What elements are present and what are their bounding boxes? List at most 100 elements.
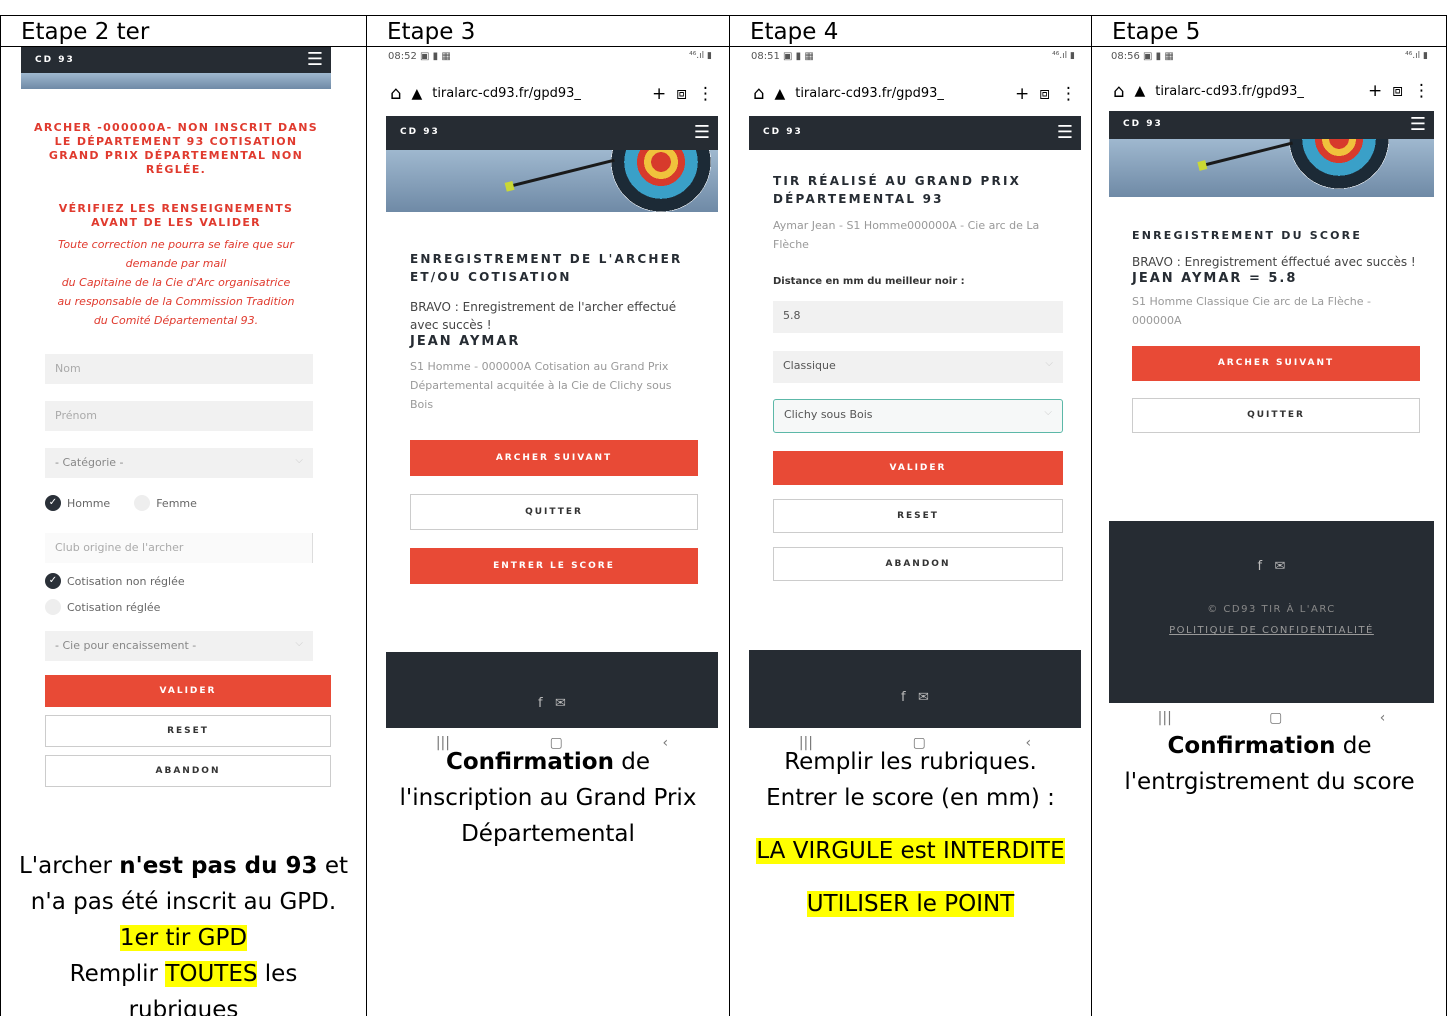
target-graphic	[1289, 139, 1389, 189]
menu-icon[interactable]: ☰	[1410, 114, 1426, 135]
radio-cotisation-ok[interactable]: Cotisation réglée	[45, 599, 331, 615]
menu-icon[interactable]: ☰	[307, 49, 323, 70]
hero-image	[1109, 139, 1434, 197]
entrer-score-button[interactable]: ENTRER LE SCORE	[410, 548, 698, 584]
status-bar: 08:52 ▣ ▮ ▦ ⁴⁶.ıl ▮	[388, 51, 712, 62]
column-etape-5: Etape 5 08:56 ▣ ▮ ▦ ⁴⁶.ıl ▮ ⌂ ▲ tiralarc…	[1092, 16, 1447, 1016]
column-header: Etape 4	[730, 16, 1091, 47]
new-tab-icon[interactable]: +	[1368, 81, 1382, 101]
cie-select[interactable]: Clichy sous Bois ⌵	[773, 399, 1063, 433]
home-icon[interactable]: ⌂	[390, 83, 401, 104]
browser-url-bar: ⌂ ▲ tiralarc-cd93.fr/gpd93_ + ⧈ ⋮	[749, 71, 1081, 116]
new-tab-icon[interactable]: +	[652, 84, 666, 104]
arrow-graphic	[1200, 141, 1293, 168]
url-text[interactable]: tiralarc-cd93.fr/gpd93_	[795, 86, 1005, 101]
browser-url-bar: ⌂ ▲ tiralarc-cd93.fr/gpd93_ + ⧈ ⋮	[1109, 71, 1434, 111]
mail-icon[interactable]: ✉	[918, 690, 929, 705]
site-navbar: CD 93 ☰	[386, 116, 718, 150]
mail-icon[interactable]: ✉	[555, 696, 566, 711]
column-header: Etape 2 ter	[1, 16, 366, 47]
menu-icon[interactable]: ☰	[694, 122, 710, 143]
home-icon[interactable]: ⌂	[1113, 81, 1124, 102]
highlight: LA VIRGULE est INTERDITE	[756, 838, 1065, 864]
archer-suivant-button[interactable]: ARCHER SUIVANT	[410, 440, 698, 476]
tabs-icon[interactable]: ⧈	[1392, 81, 1403, 101]
radio-femme[interactable]	[134, 495, 151, 511]
chevron-down-icon: ⌵	[1044, 407, 1052, 418]
success-message: BRAVO : Enregistrement de l'archer effec…	[410, 300, 677, 332]
tabs-icon[interactable]: ⧈	[1039, 84, 1050, 104]
site-logo: CD 93	[35, 55, 75, 65]
caption: L'archer n'est pas du 93 et n'a pas été …	[18, 853, 349, 1016]
signal-icon: ⁴⁶.ıl ▮	[1052, 51, 1075, 61]
facebook-icon[interactable]: f	[1258, 559, 1263, 574]
phone-screenshot: CD 93 ☰ ARCHER -000000A- NON INSCRIT DAN…	[21, 47, 331, 853]
reset-button[interactable]: RESET	[773, 499, 1063, 533]
more-icon[interactable]: ⋮	[1413, 81, 1430, 101]
more-icon[interactable]: ⋮	[697, 84, 714, 104]
menu-icon[interactable]: ☰	[1057, 122, 1073, 143]
abandon-button[interactable]: ABANDON	[773, 547, 1063, 581]
arc-select[interactable]: Classique ⌵	[773, 351, 1063, 383]
site-navbar: CD 93 ☰	[749, 116, 1081, 150]
hero-image	[386, 150, 718, 212]
column-etape-3: Etape 3 08:52 ▣ ▮ ▦ ⁴⁶.ıl ▮ ⌂ ▲ tiralarc…	[367, 16, 730, 1016]
home-nav-icon[interactable]: ▢	[1269, 710, 1282, 726]
highlight: TOUTES	[165, 961, 258, 987]
cie-select[interactable]: - Cie pour encaissement - ⌵	[45, 631, 313, 661]
site-footer: f ✉	[749, 650, 1081, 728]
recents-icon[interactable]: |||	[1158, 710, 1172, 726]
site-logo: CD 93	[400, 127, 440, 137]
highlight: UTILISER le POINT	[806, 891, 1015, 917]
privacy-link[interactable]: POLITIQUE DE CONFIDENTIALITÉ	[1109, 625, 1434, 636]
site-logo: CD 93	[1123, 119, 1163, 129]
site-footer: f ✉	[386, 652, 718, 728]
reset-button[interactable]: RESET	[45, 715, 331, 747]
column-etape-4: Etape 4 08:51 ▣ ▮ ▦ ⁴⁶.ıl ▮ ⌂ ▲ tiralarc…	[730, 16, 1092, 1016]
archer-details: S1 Homme Classique Cie arc de La Flèche …	[1132, 295, 1371, 327]
column-header: Etape 3	[367, 16, 729, 47]
distance-label: Distance en mm du meilleur noir :	[773, 276, 965, 287]
note-text: Toute correction ne pourra se faire que …	[57, 238, 295, 327]
archer-info: Aymar Jean - S1 Homme000000A - Cie arc d…	[773, 219, 1040, 251]
quitter-button[interactable]: QUITTER	[1132, 398, 1420, 433]
new-tab-icon[interactable]: +	[1015, 84, 1029, 104]
success-message: BRAVO : Enregistrement éffectué avec suc…	[1132, 255, 1416, 269]
more-icon[interactable]: ⋮	[1060, 84, 1077, 104]
caption: Remplir les rubriques. Entrer le score (…	[756, 749, 1065, 917]
page-title: ENREGISTREMENT DE L'ARCHER ET/OU COTISAT…	[410, 252, 683, 284]
chevron-down-icon: ⌵	[295, 455, 303, 466]
url-text[interactable]: tiralarc-cd93.fr/gpd93_	[1155, 84, 1358, 99]
chevron-down-icon: ⌵	[1045, 358, 1053, 369]
highlight: 1er tir GPD	[119, 925, 248, 951]
quitter-button[interactable]: QUITTER	[410, 494, 698, 530]
arrow-graphic	[507, 158, 615, 189]
facebook-icon[interactable]: f	[538, 696, 543, 711]
abandon-button[interactable]: ABANDON	[45, 755, 331, 787]
column-etape-2ter: Etape 2 ter CD 93 ☰ ARCHER -000000A- NON…	[1, 16, 367, 1016]
valider-button[interactable]: VALIDER	[773, 451, 1063, 485]
radio-cotisation-non[interactable]: ✓ Cotisation non réglée	[45, 573, 331, 589]
score-line: JEAN AYMAR = 5.8	[1132, 271, 1298, 286]
home-icon[interactable]: ⌂	[753, 83, 764, 104]
site-navbar: CD 93 ☰	[21, 47, 331, 73]
warning-icon: ▲	[411, 85, 423, 102]
verify-title: VÉRIFIEZ LES RENSEIGNEMENTS AVANT DE LES…	[58, 202, 294, 229]
warning-icon: ▲	[774, 85, 786, 102]
url-text[interactable]: tiralarc-cd93.fr/gpd93_	[432, 86, 642, 101]
facebook-icon[interactable]: f	[901, 690, 906, 705]
archer-details: S1 Homme - 000000A Cotisation au Grand P…	[410, 360, 672, 411]
mail-icon[interactable]: ✉	[1275, 559, 1286, 574]
prenom-input[interactable]: Prénom	[45, 401, 313, 431]
site-footer: f ✉ © CD93 TIR À L'ARC POLITIQUE DE CONF…	[1109, 521, 1434, 703]
back-icon[interactable]: ‹	[1380, 710, 1386, 726]
categorie-select[interactable]: - Catégorie - ⌵	[45, 448, 313, 478]
distance-input[interactable]: 5.8	[773, 301, 1063, 333]
valider-button[interactable]: VALIDER	[45, 675, 331, 707]
archer-suivant-button[interactable]: ARCHER SUIVANT	[1132, 346, 1420, 381]
signal-icon: ⁴⁶.ıl ▮	[689, 51, 712, 61]
radio-homme[interactable]: ✓	[45, 495, 61, 511]
nom-input[interactable]: Nom	[45, 354, 313, 384]
tabs-icon[interactable]: ⧈	[676, 84, 687, 104]
club-input[interactable]: Club origine de l'archer	[45, 533, 313, 563]
